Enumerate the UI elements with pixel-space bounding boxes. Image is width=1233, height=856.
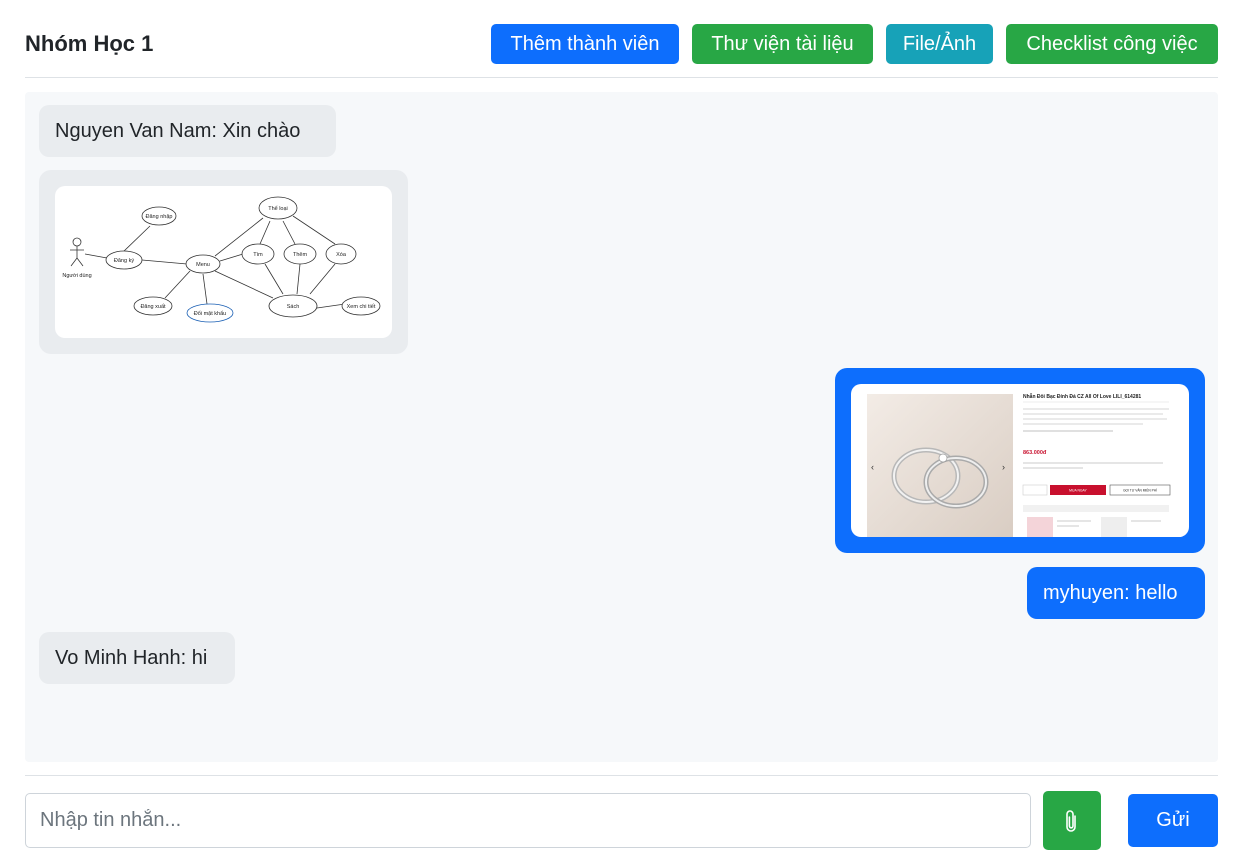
product-name: Nhẫn Đôi Bạc Đính Đá CZ All Of Love LILI…: [1023, 393, 1141, 400]
product-cart-label: GỌI TƯ VẤN MIỄN PHÍ: [1123, 488, 1157, 493]
paperclip-icon: [1066, 810, 1076, 832]
image-message[interactable]: ‹ › Nhẫn Đôi Bạc Đính Đá CZ All Of Love …: [835, 368, 1205, 553]
diagram-node: Sách: [287, 304, 300, 310]
files-images-button[interactable]: File/Ảnh: [886, 24, 993, 64]
message-list[interactable]: Nguyen Van Nam: Xin chào Người dùng Đăng…: [25, 92, 1218, 762]
product-buy-label: MUA NGAY: [1069, 489, 1087, 493]
diagram-node: Đăng xuất: [140, 304, 166, 310]
diagram-node: Xem chi tiết: [347, 304, 376, 310]
chat-header: Nhóm Học 1 Thêm thành viên Thư viện tài …: [25, 0, 1218, 78]
message-input[interactable]: [25, 793, 1031, 848]
uml-diagram-image[interactable]: Người dùng Đăng nhập Đăng ký Menu Thể lo…: [55, 186, 392, 338]
message-bubble: Vo Minh Hanh: hi: [39, 632, 235, 684]
product-screenshot-image[interactable]: ‹ › Nhẫn Đôi Bạc Đính Đá CZ All Of Love …: [851, 384, 1189, 537]
send-button[interactable]: Gửi: [1128, 794, 1218, 847]
svg-text:›: ›: [1002, 462, 1005, 472]
diagram-actor-label: Người dùng: [62, 273, 91, 279]
diagram-node: Thêm: [293, 252, 307, 258]
diagram-node: Đăng nhập: [146, 214, 173, 220]
diagram-node: Đăng ký: [114, 258, 134, 264]
diagram-node: Xóa: [336, 252, 347, 258]
diagram-node: Đổi mật khẩu: [194, 310, 226, 317]
message-bubble: Nguyen Van Nam: Xin chào: [39, 105, 336, 157]
attach-file-button[interactable]: [1043, 791, 1101, 850]
message-composer: Gửi: [25, 775, 1218, 856]
add-member-button[interactable]: Thêm thành viên: [491, 24, 679, 64]
diagram-node: Tìm: [253, 252, 263, 258]
task-checklist-button[interactable]: Checklist công việc: [1006, 24, 1218, 64]
message-bubble: myhuyen: hello: [1027, 567, 1205, 619]
svg-text:‹: ‹: [871, 462, 874, 472]
image-message[interactable]: Người dùng Đăng nhập Đăng ký Menu Thể lo…: [39, 170, 408, 354]
group-title: Nhóm Học 1: [25, 31, 154, 56]
product-price: 863.000đ: [1023, 450, 1047, 456]
document-library-button[interactable]: Thư viện tài liệu: [692, 24, 873, 64]
diagram-node: Menu: [196, 262, 210, 268]
diagram-node: Thể loại: [268, 205, 288, 212]
